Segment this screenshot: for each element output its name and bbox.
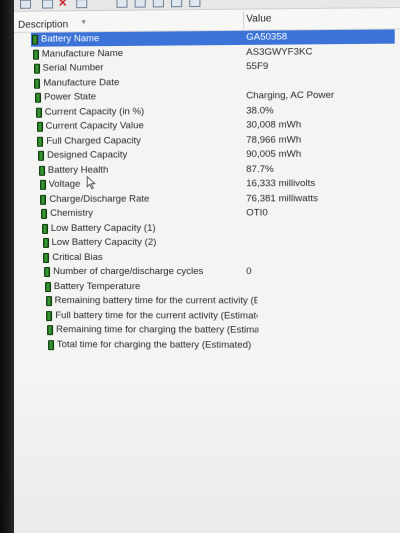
- list-item[interactable]: Chemistry OTI0: [14, 206, 400, 221]
- properties-icon[interactable]: [171, 0, 182, 7]
- column-separator[interactable]: [243, 12, 244, 29]
- list-item-label: Current Capacity Value: [46, 119, 144, 134]
- list-item-label: Low Battery Capacity (1): [51, 221, 156, 236]
- column-header-value[interactable]: Value: [246, 13, 271, 24]
- list-item-value: OTI0: [246, 206, 268, 221]
- list-item-label: Remaining battery time for the current a…: [55, 294, 257, 309]
- battery-icon: [36, 107, 42, 117]
- list-item-label: Full battery time for the current activi…: [55, 309, 257, 324]
- list-item-label: Designed Capacity: [47, 148, 127, 163]
- list-item[interactable]: Battery Health 87.7%: [14, 162, 400, 178]
- battery-icon: [39, 165, 45, 175]
- list-item-label: Battery Temperature: [54, 280, 141, 295]
- sort-arrow-icon: ▼: [80, 19, 87, 26]
- list-item-label: Charge/Discharge Rate: [49, 192, 149, 207]
- list-item-label: Manufacture Date: [43, 76, 119, 91]
- list-item-label: Full Charged Capacity: [46, 134, 141, 149]
- list-item[interactable]: Designed Capacity 90,005 mWh: [14, 147, 400, 163]
- list-item-label: Power State: [44, 90, 96, 105]
- list-item-label: Battery Health: [48, 163, 109, 178]
- battery-icon: [38, 151, 44, 161]
- battery-icon: [33, 49, 39, 59]
- list-item[interactable]: Critical Bias: [14, 250, 400, 265]
- list-item[interactable]: Battery Temperature: [14, 280, 400, 295]
- battery-icon: [37, 136, 43, 146]
- list-item-label: Remaining time for charging the battery …: [56, 323, 258, 338]
- list-item-value: 0: [246, 265, 251, 280]
- column-header-description[interactable]: Description: [18, 19, 68, 30]
- battery-icon: [32, 35, 38, 45]
- copy-html-icon[interactable]: [153, 0, 164, 7]
- report-icon[interactable]: [42, 0, 53, 9]
- list-item[interactable]: Number of charge/discharge cycles 0: [14, 265, 400, 280]
- battery-icon: [40, 180, 46, 190]
- list-item[interactable]: Total time for charging the battery (Est…: [14, 338, 400, 354]
- battery-icon: [46, 311, 52, 321]
- property-list: Battery Name GA50358 Manufacture Name AS3GW…: [14, 29, 400, 353]
- list-item[interactable]: Remaining battery time for the current a…: [14, 294, 400, 309]
- list-item[interactable]: Full battery time for the current activi…: [14, 309, 400, 324]
- save-icon[interactable]: [20, 0, 31, 9]
- list-item-value: 16,333 millivolts: [246, 177, 315, 192]
- list-item-label: Chemistry: [50, 207, 93, 222]
- copy-icon[interactable]: [135, 0, 146, 8]
- list-item-label: Number of charge/discharge cycles: [53, 265, 203, 280]
- battery-icon: [41, 209, 47, 219]
- battery-icon: [46, 296, 52, 306]
- battery-icon: [35, 93, 41, 103]
- battery-icon: [45, 282, 51, 292]
- list-item-value: 90,005 mWh: [246, 148, 301, 163]
- battery-icon: [43, 252, 49, 262]
- list-item-value: Charging, AC Power: [246, 89, 334, 104]
- battery-icon: [40, 194, 46, 204]
- delete-icon[interactable]: ✕: [58, 0, 69, 8]
- battery-icon: [47, 325, 53, 335]
- list-item-value: 78,966 mWh: [246, 133, 301, 148]
- list-item-label: Total time for charging the battery (Est…: [57, 338, 251, 353]
- about-icon[interactable]: [189, 0, 200, 7]
- list-item-label: Low Battery Capacity (2): [52, 236, 157, 251]
- list-item[interactable]: Voltage 16,333 millivolts: [14, 177, 400, 193]
- mouse-cursor-icon: [86, 176, 96, 190]
- list-item-value: 38.0%: [246, 104, 273, 119]
- window-edge: [0, 0, 14, 533]
- battery-icon: [37, 122, 43, 132]
- list-item-label: Critical Bias: [52, 250, 102, 265]
- battery-info-window: ✕ Description ▼ Value Battery Name GA5035…: [0, 0, 400, 533]
- list-item[interactable]: Charge/Discharge Rate 76,381 milliwatts: [14, 191, 400, 207]
- list-item-label: Manufacture Name: [42, 46, 123, 61]
- refresh-icon[interactable]: [76, 0, 87, 8]
- list-item-value: AS3GWYF3KC: [246, 45, 312, 60]
- battery-icon: [48, 340, 54, 350]
- list-item-label: Voltage: [49, 178, 81, 193]
- battery-icon: [44, 267, 50, 277]
- list-item[interactable]: Remaining time for charging the battery …: [14, 323, 400, 339]
- list-item-label: Current Capacity (in %): [45, 105, 144, 120]
- options-icon[interactable]: [116, 0, 127, 8]
- list-item-value: 87.7%: [246, 162, 273, 177]
- battery-icon: [34, 64, 40, 74]
- list-item[interactable]: Low Battery Capacity (1): [14, 221, 400, 236]
- battery-icon: [43, 238, 49, 248]
- list-item-value: 30,008 mWh: [246, 118, 301, 133]
- battery-icon: [34, 78, 40, 88]
- list-item-value: 76,381 milliwatts: [246, 192, 318, 207]
- list-item-value: GA50358: [246, 30, 287, 45]
- list-item[interactable]: Low Battery Capacity (2): [14, 236, 400, 251]
- battery-icon: [42, 223, 48, 233]
- list-item-label: Serial Number: [43, 61, 104, 76]
- list-item-label: Battery Name: [41, 32, 99, 47]
- list-item-value: 55F9: [246, 60, 268, 75]
